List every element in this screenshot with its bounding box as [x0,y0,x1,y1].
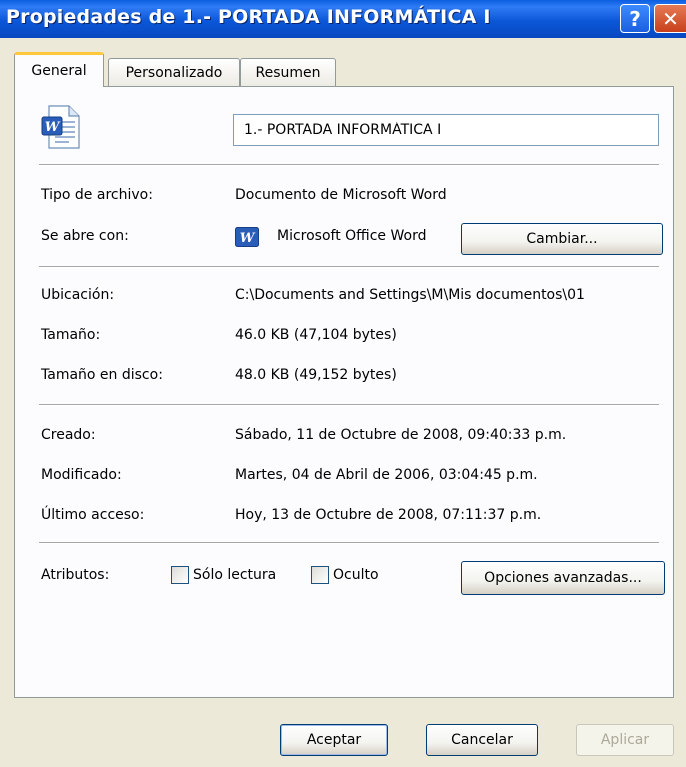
cancel-button[interactable]: Cancelar [426,724,538,756]
created-value: Sábado, 11 de Octubre de 2008, 09:40:33 … [235,427,567,443]
opens-with-value: Microsoft Office Word [277,228,427,244]
title-bar[interactable]: Propiedades de 1.- PORTADA INFORMÁTICA I… [0,0,686,38]
separator [39,404,659,406]
modified-label: Modificado: [41,467,122,483]
file-name-input[interactable] [233,114,659,146]
help-icon: ? [629,6,641,31]
word-app-icon: W [235,227,259,247]
hidden-checkbox[interactable]: Oculto [311,566,379,584]
file-type-label: Tipo de archivo: [41,187,153,203]
size-label: Tamaño: [41,327,101,343]
read-only-checkbox[interactable]: Sólo lectura [171,566,276,584]
apply-button[interactable]: Aplicar [576,724,674,756]
attributes-label: Atributos: [41,567,110,583]
opens-with-label: Se abre con: [41,228,129,244]
checkbox-box[interactable] [311,566,329,584]
svg-text:W: W [240,231,256,246]
last-accessed-label: Último acceso: [41,507,145,523]
read-only-label: Sólo lectura [193,567,277,583]
tab-resumen[interactable]: Resumen [240,58,336,86]
size-on-disk-value: 48.0 KB (49,152 bytes) [235,367,397,383]
checkbox-box[interactable] [171,566,189,584]
tab-general[interactable]: General [14,52,104,87]
ok-button[interactable]: Aceptar [280,724,388,756]
separator [39,542,659,544]
size-on-disk-label: Tamaño en disco: [41,367,163,383]
size-value: 46.0 KB (47,104 bytes) [235,327,397,343]
separator [39,164,659,166]
general-panel: W Tipo de archivo: Documento de Microsof… [14,86,674,698]
change-program-button[interactable]: Cambiar... [461,223,663,255]
hidden-label: Oculto [333,567,379,583]
created-label: Creado: [41,427,96,443]
svg-text:W: W [45,120,61,135]
separator [39,266,659,268]
close-icon: ✕ [662,6,679,31]
tab-personalizado[interactable]: Personalizado [108,58,240,86]
window-title: Propiedades de 1.- PORTADA INFORMÁTICA I [6,6,491,28]
file-type-value: Documento de Microsoft Word [235,187,447,203]
close-button[interactable]: ✕ [654,4,686,33]
last-accessed-value: Hoy, 13 de Octubre de 2008, 07:11:37 p.m… [235,507,542,523]
location-value: C:\Documents and Settings\M\Mis document… [235,287,585,303]
word-document-icon: W [41,105,80,149]
help-button[interactable]: ? [620,4,650,33]
location-label: Ubicación: [41,287,115,303]
modified-value: Martes, 04 de Abril de 2006, 03:04:45 p.… [235,467,538,483]
advanced-options-button[interactable]: Opciones avanzadas... [461,561,665,595]
